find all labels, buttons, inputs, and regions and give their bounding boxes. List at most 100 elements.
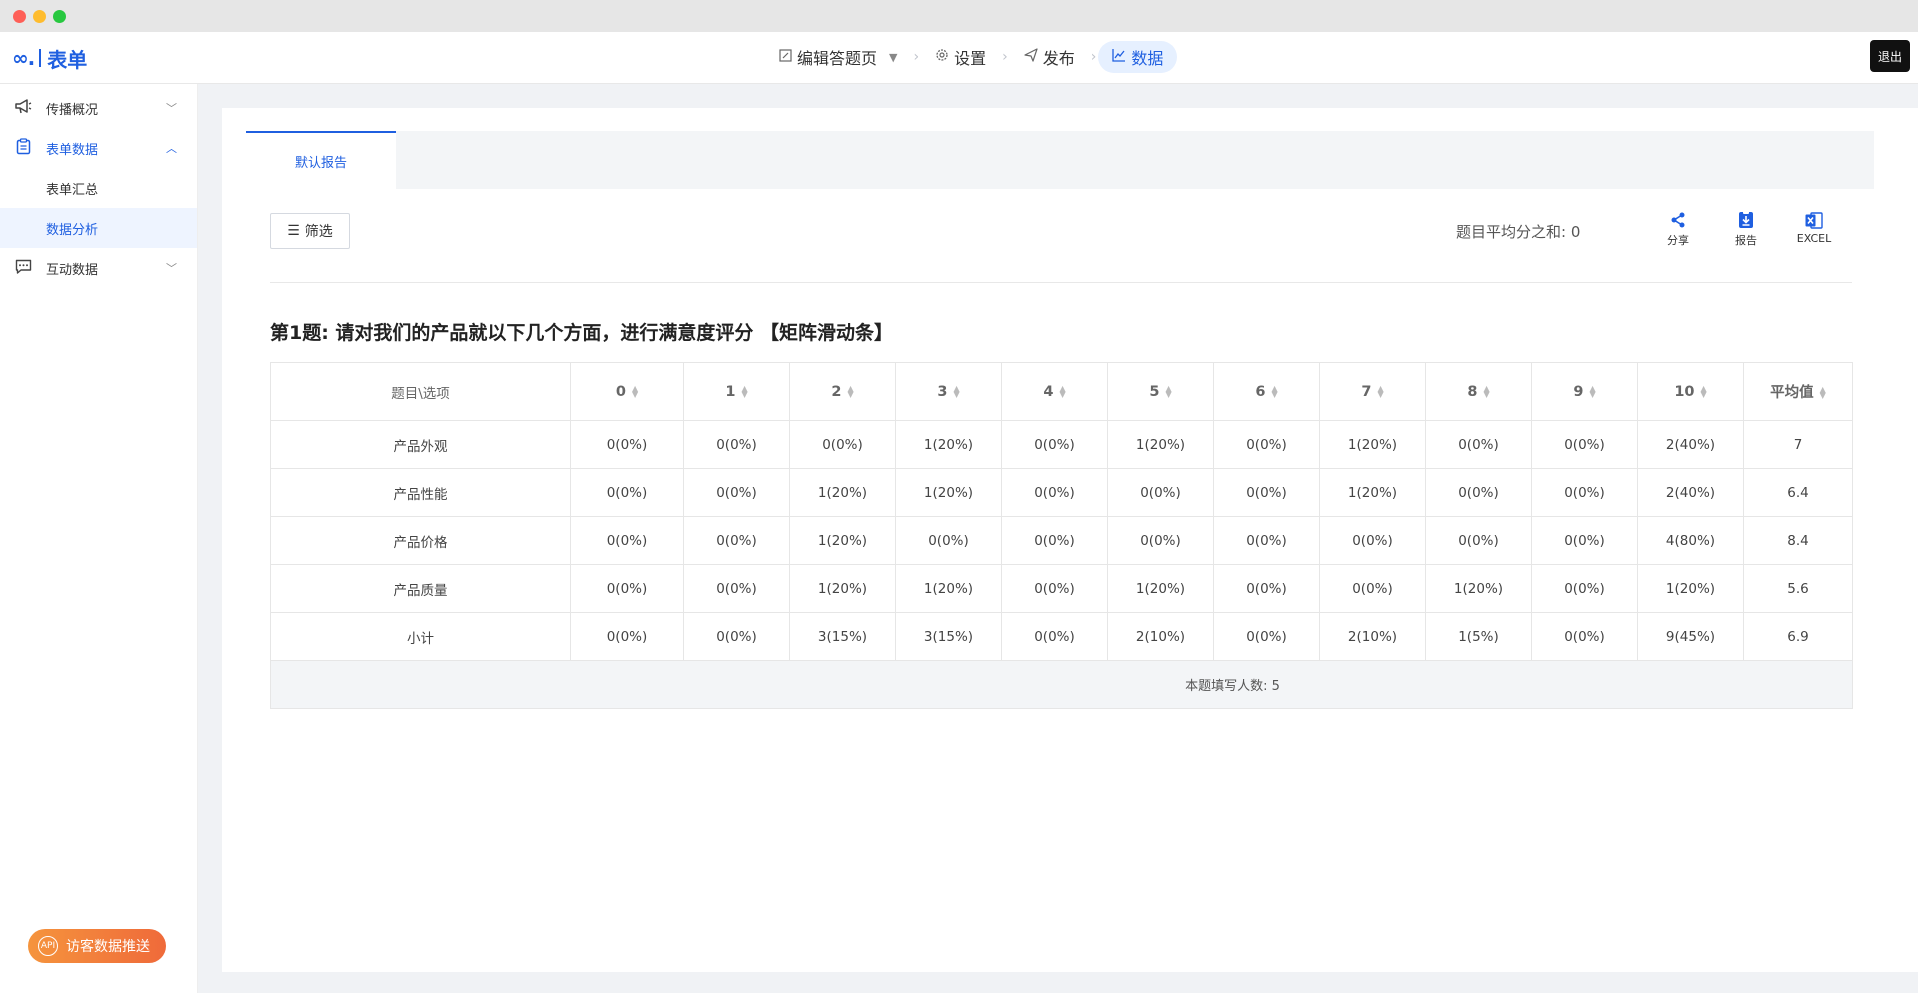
- table-cell: 0(0%): [1531, 420, 1638, 469]
- close-window-button[interactable]: [13, 10, 26, 23]
- send-icon: [1024, 48, 1038, 66]
- sort-icon[interactable]: ▲ ▼: [1820, 386, 1826, 400]
- report-download-button[interactable]: 报告: [1716, 210, 1776, 248]
- sort-icon[interactable]: ▲ ▼: [847, 384, 853, 398]
- chevron-down-icon[interactable]: ▼: [889, 51, 897, 64]
- table-cell: 0(0%): [683, 468, 790, 517]
- table-cell: 0(0%): [1319, 564, 1426, 613]
- workflow-steps: 编辑答题页 ▼ › 设置 › 发布 › 数据: [765, 40, 1178, 74]
- column-header[interactable]: 5 ▲ ▼: [1107, 362, 1214, 421]
- main-panel: 默认报告 ☰ 筛选 题目平均分之和: 0 分享 报告 EXCEL 第1题: 请对…: [222, 108, 1918, 972]
- excel-export-button[interactable]: EXCEL: [1784, 210, 1844, 245]
- column-header[interactable]: 3 ▲ ▼: [895, 362, 1002, 421]
- column-header[interactable]: 4 ▲ ▼: [1001, 362, 1108, 421]
- chevron-right-icon: ›: [913, 49, 920, 65]
- column-header[interactable]: 6 ▲ ▼: [1213, 362, 1320, 421]
- respondent-count-text: 本题填写人数: 5: [1185, 679, 1280, 694]
- table-cell: 2(10%): [1319, 612, 1426, 661]
- table-row: 产品价格 0(0%) 0(0%) 1(20%) 0(0%) 0(0%) 0(0%) 0(0%)…: [270, 516, 1853, 565]
- sort-icon[interactable]: ▲ ▼: [1165, 384, 1171, 398]
- share-button[interactable]: 分享: [1648, 210, 1708, 248]
- column-header[interactable]: 0 ▲ ▼: [570, 362, 684, 421]
- maximize-window-button[interactable]: [53, 10, 66, 23]
- column-header[interactable]: 7 ▲ ▼: [1319, 362, 1426, 421]
- results-table: 题目\选项 0 ▲ ▼ 1 ▲ ▼ 2 ▲ ▼ 3 ▲ ▼ 4 ▲ ▼ 5 ▲ ▼ 6 ▲ ▼ 7 ▲ ▼ 8 ▲…: [270, 362, 1853, 709]
- column-header[interactable]: 8 ▲ ▼: [1425, 362, 1532, 421]
- table-cell: 0(0%): [1107, 468, 1214, 517]
- report-tabs: 默认报告: [246, 131, 1874, 189]
- column-header-average[interactable]: 平均值 ▲ ▼: [1743, 362, 1853, 421]
- sort-icon[interactable]: ▲ ▼: [1377, 384, 1383, 398]
- sidebar-item-spread-overview[interactable]: 传播概况 ﹀: [0, 88, 197, 128]
- table-cell: 0(0%): [1425, 468, 1532, 517]
- app-logo[interactable]: ∞. 表单: [12, 44, 87, 72]
- visitor-data-push-label: 访客数据推送: [66, 939, 150, 955]
- sidebar-item-data-analysis[interactable]: 数据分析: [0, 208, 197, 248]
- respondent-count: 本题填写人数: 5: [270, 660, 1853, 709]
- sort-icon[interactable]: ▲ ▼: [1271, 384, 1277, 398]
- chevron-down-icon: ﹀: [166, 102, 177, 115]
- sort-icon[interactable]: ▲ ▼: [1483, 384, 1489, 398]
- window-titlebar: [0, 0, 1918, 32]
- table-cell: 9(45%): [1637, 612, 1744, 661]
- sort-icon[interactable]: ▲ ▼: [1701, 384, 1707, 398]
- average-cell: 6.4: [1743, 468, 1853, 517]
- column-header[interactable]: 9 ▲ ▼: [1531, 362, 1638, 421]
- table-cell: 0(0%): [1425, 420, 1532, 469]
- api-icon: API: [38, 936, 58, 956]
- table-cell: 0(0%): [789, 420, 896, 469]
- excel-label: EXCEL: [1796, 232, 1832, 245]
- step-data[interactable]: 数据: [1098, 41, 1178, 73]
- table-cell: 1(20%): [789, 516, 896, 565]
- column-header[interactable]: 1 ▲ ▼: [683, 362, 790, 421]
- sort-icon[interactable]: ▲ ▼: [1059, 384, 1065, 398]
- sort-icon[interactable]: ▲ ▼: [632, 384, 638, 398]
- step-edit-label: 编辑答题页: [797, 49, 878, 68]
- visitor-data-push-button[interactable]: API 访客数据推送: [28, 929, 166, 963]
- table-cell: 0(0%): [570, 468, 684, 517]
- question-title: 第1题: 请对我们的产品就以下几个方面，进行满意度评分 【矩阵滑动条】: [270, 322, 894, 344]
- column-header[interactable]: 2 ▲ ▼: [789, 362, 896, 421]
- average-sum-value: 0: [1570, 223, 1581, 241]
- table-cell: 0(0%): [1531, 612, 1638, 661]
- excel-icon: [1804, 210, 1824, 230]
- average-cell: 5.6: [1743, 564, 1853, 613]
- step-edit[interactable]: 编辑答题页 ▼: [765, 41, 911, 73]
- column-header-label: 2: [831, 383, 842, 400]
- logo-divider: [39, 49, 42, 67]
- table-cell: 0(0%): [1425, 516, 1532, 565]
- average-sum: 题目平均分之和: 0: [1456, 221, 1580, 242]
- column-header-label: 1: [725, 383, 736, 400]
- table-cell: 1(20%): [1319, 468, 1426, 517]
- sort-icon[interactable]: ▲ ▼: [741, 384, 747, 398]
- step-settings-label: 设置: [954, 49, 987, 68]
- table-cell: 4(80%): [1637, 516, 1744, 565]
- filter-button[interactable]: ☰ 筛选: [270, 213, 350, 249]
- megaphone-icon: [15, 98, 32, 118]
- column-header[interactable]: 10 ▲ ▼: [1637, 362, 1744, 421]
- column-header-label: 4: [1043, 383, 1054, 400]
- table-cell: 2(40%): [1637, 420, 1744, 469]
- top-navigation: ∞. 表单 编辑答题页 ▼ › 设置 › 发布 › 数据 退出: [0, 32, 1918, 84]
- sidebar-item-form-summary[interactable]: 表单汇总: [0, 168, 197, 208]
- sort-icon[interactable]: ▲ ▼: [1589, 384, 1595, 398]
- sidebar-item-form-data[interactable]: 表单数据 ︿: [0, 128, 197, 168]
- minimize-window-button[interactable]: [33, 10, 46, 23]
- column-header-label: 0: [615, 383, 626, 400]
- table-cell: 0(0%): [1001, 612, 1108, 661]
- column-header-label: 6: [1255, 383, 1266, 400]
- table-cell: 0(0%): [1001, 564, 1108, 613]
- logout-button[interactable]: 退出: [1870, 40, 1910, 72]
- sidebar-item-label: 互动数据: [46, 262, 99, 278]
- chat-icon: [15, 259, 32, 278]
- table-cell: 1(20%): [895, 420, 1002, 469]
- table-cell: 0(0%): [1001, 468, 1108, 517]
- table-cell: 0(0%): [1319, 516, 1426, 565]
- sort-icon[interactable]: ▲ ▼: [953, 384, 959, 398]
- table-cell: 2(10%): [1107, 612, 1214, 661]
- step-settings[interactable]: 设置: [921, 41, 1000, 73]
- sidebar-item-interaction-data[interactable]: 互动数据 ﹀: [0, 248, 197, 288]
- chevron-right-icon: ›: [1090, 49, 1097, 65]
- step-publish[interactable]: 发布: [1010, 41, 1089, 73]
- tab-default-report[interactable]: 默认报告: [246, 131, 396, 189]
